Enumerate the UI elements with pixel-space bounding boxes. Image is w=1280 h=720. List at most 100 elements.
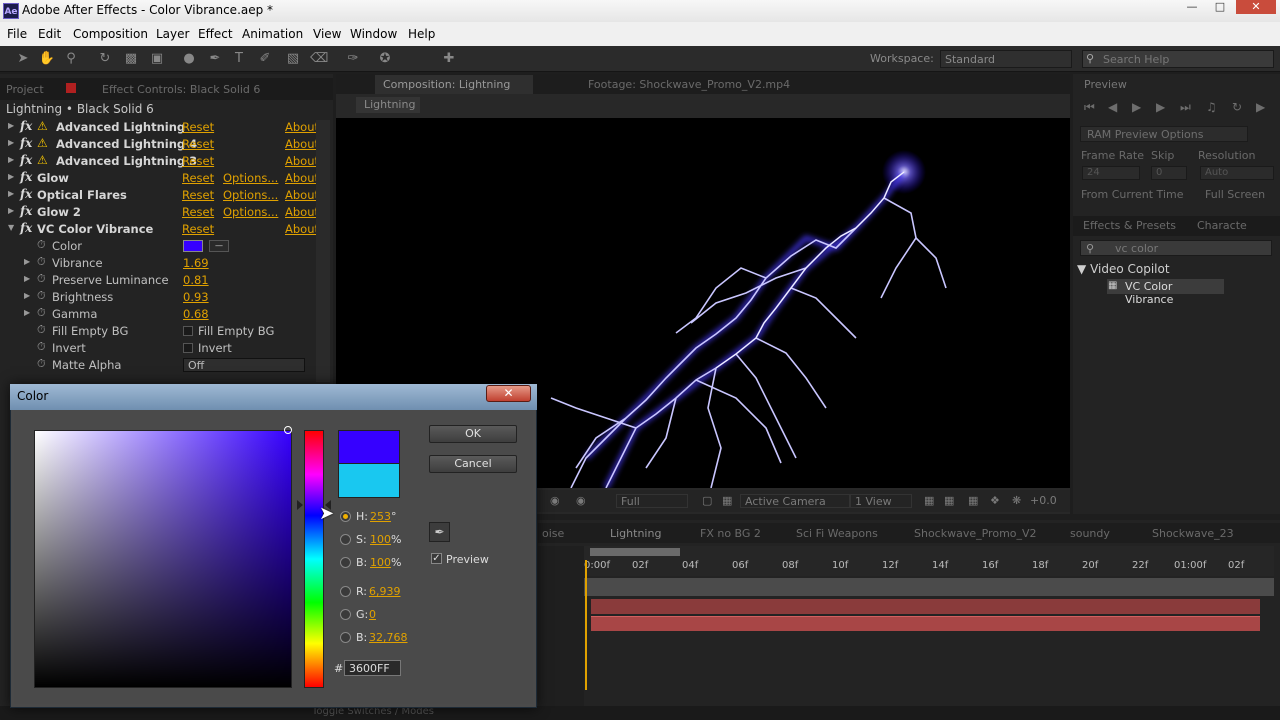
param-row[interactable]: ⏱ Invert Invert: [0, 340, 316, 357]
about-link[interactable]: About: [285, 205, 319, 219]
exposure-icon[interactable]: ❋: [1012, 494, 1021, 507]
param-checkbox[interactable]: [183, 326, 193, 336]
flowchart-icon[interactable]: ❖: [990, 494, 1000, 507]
current-time-indicator[interactable]: [585, 560, 587, 690]
param-row[interactable]: ⏱ Color: [0, 238, 316, 255]
from-current-time-checkbox[interactable]: From Current Time: [1081, 188, 1183, 201]
work-area-bar[interactable]: [590, 548, 680, 556]
stopwatch-icon[interactable]: ⏱: [37, 306, 46, 320]
fx-toggle-icon[interactable]: fx: [20, 153, 32, 167]
hue-value[interactable]: 253: [370, 510, 391, 523]
disclosure-triangle-icon[interactable]: ▶: [8, 172, 14, 181]
menu-window[interactable]: Window: [350, 27, 397, 41]
effect-row[interactable]: ▼ fx VC Color Vibrance Reset About: [0, 221, 319, 238]
disclosure-triangle-icon[interactable]: ▶: [8, 206, 14, 215]
vc-color-vibrance-effect-item[interactable]: VC Color Vibrance: [1107, 279, 1224, 306]
timeline-tab[interactable]: soundy: [1070, 527, 1110, 540]
original-color-swatch[interactable]: [338, 464, 400, 498]
rotate-tool-icon[interactable]: ↻: [96, 50, 114, 68]
options-link[interactable]: Options...: [223, 188, 278, 202]
brush-tool-icon[interactable]: ✐: [256, 50, 274, 68]
about-link[interactable]: About: [285, 154, 319, 168]
red-value[interactable]: 6,939: [369, 585, 401, 598]
disclosure-triangle-icon[interactable]: ▶: [8, 189, 14, 198]
hue-slider[interactable]: [304, 430, 324, 688]
hex-color-input[interactable]: 3600FF: [344, 660, 401, 676]
ok-button[interactable]: OK: [429, 425, 517, 443]
puppet-tool-icon[interactable]: ✪: [376, 50, 394, 68]
close-icon[interactable]: ✕: [486, 385, 531, 402]
about-link[interactable]: About: [285, 137, 319, 151]
last-frame-icon[interactable]: ⏭: [1180, 100, 1191, 115]
menu-view[interactable]: View: [313, 27, 341, 41]
stopwatch-icon[interactable]: ⏱: [37, 272, 46, 286]
blue-value[interactable]: 32,768: [369, 631, 408, 644]
reset-link[interactable]: Reset: [182, 205, 214, 219]
param-row[interactable]: ▶ ⏱ Preserve Luminance 0.81: [0, 272, 316, 289]
pen-tool-icon[interactable]: ✒: [206, 50, 224, 68]
tab-footage[interactable]: Footage: Shockwave_Promo_V2.mp4: [588, 78, 790, 91]
reset-link[interactable]: Reset: [182, 171, 214, 185]
eraser-tool-icon[interactable]: ⌫: [310, 50, 328, 68]
view-layout-select[interactable]: 1 View: [850, 494, 912, 508]
stopwatch-icon[interactable]: ⏱: [37, 255, 46, 269]
effect-row[interactable]: ▶ fx Glow Reset Options... About: [0, 170, 319, 187]
stopwatch-icon[interactable]: ⏱: [37, 357, 46, 371]
search-help-input[interactable]: Search Help: [1082, 50, 1274, 68]
disclosure-triangle-icon[interactable]: ▶: [24, 257, 30, 266]
green-radio[interactable]: [340, 609, 351, 620]
param-value[interactable]: 0.81: [183, 273, 209, 287]
stopwatch-icon[interactable]: ⏱: [37, 289, 46, 303]
next-frame-icon[interactable]: ▶: [1156, 100, 1165, 114]
about-link[interactable]: About: [285, 188, 319, 202]
param-value[interactable]: 0.68: [183, 307, 209, 321]
matte-alpha-select[interactable]: Off: [183, 358, 305, 372]
menu-layer[interactable]: Layer: [156, 27, 189, 41]
camera-snapshot-icon[interactable]: ◉: [550, 494, 560, 507]
about-link[interactable]: About: [285, 171, 319, 185]
camera-select[interactable]: Active Camera: [740, 494, 850, 508]
maximize-icon[interactable]: □: [1208, 0, 1232, 14]
menu-help[interactable]: Help: [408, 27, 435, 41]
stopwatch-icon[interactable]: ⏱: [37, 323, 46, 337]
tab-effects-presets[interactable]: Effects & Presets: [1083, 219, 1176, 232]
ram-preview-icon[interactable]: ▶: [1256, 100, 1265, 114]
toggle-pixel-aspect-icon[interactable]: ▦: [924, 494, 934, 507]
tab-effect-controls[interactable]: Effect Controls: Black Solid 6: [102, 83, 260, 96]
saturation-brightness-field[interactable]: [34, 430, 292, 688]
color-param-swatch[interactable]: [183, 240, 203, 252]
window-close-icon[interactable]: ✕: [1236, 0, 1276, 14]
disclosure-triangle-icon[interactable]: ▶: [8, 155, 14, 164]
tab-project[interactable]: Project: [6, 83, 44, 96]
time-ruler[interactable]: 0:00f 02f 04f 06f 08f 10f 12f 14f 16f 18…: [584, 546, 1274, 576]
green-value[interactable]: 0: [369, 608, 376, 621]
about-link[interactable]: About: [285, 222, 319, 236]
disclosure-triangle-icon[interactable]: ▶: [24, 291, 30, 300]
timeline-tab[interactable]: Shockwave_Promo_V2: [914, 527, 1037, 540]
fx-toggle-icon[interactable]: fx: [20, 187, 32, 201]
eyedropper-icon[interactable]: ✒: [429, 522, 450, 542]
selection-tool-icon[interactable]: ➤: [14, 50, 32, 68]
fast-previews-icon[interactable]: ▦: [944, 494, 954, 507]
loop-icon[interactable]: ↻: [1232, 100, 1242, 114]
effect-row[interactable]: ▶ fx ⚠ Advanced Lightning 3 Reset About: [0, 153, 319, 170]
shape-tool-icon[interactable]: ●: [180, 50, 198, 68]
param-value[interactable]: 0.93: [183, 290, 209, 304]
comp-breadcrumb[interactable]: Lightning: [356, 97, 420, 113]
red-radio[interactable]: [340, 586, 351, 597]
resolution-select[interactable]: Full: [616, 494, 688, 508]
hand-tool-icon[interactable]: ✋: [38, 50, 56, 68]
effect-row[interactable]: ▶ fx ⚠ Advanced Lightning Reset About: [0, 119, 319, 136]
tab-composition-lightning[interactable]: Composition: Lightning: [375, 75, 533, 94]
menu-effect[interactable]: Effect: [198, 27, 233, 41]
lock-icon[interactable]: [66, 83, 76, 93]
exposure-value[interactable]: +0.0: [1030, 494, 1057, 507]
disclosure-triangle-icon[interactable]: ▶: [24, 308, 30, 317]
blue-radio[interactable]: [340, 632, 351, 643]
saturation-value[interactable]: 100: [370, 533, 391, 546]
effect-row[interactable]: ▶ fx Glow 2 Reset Options... About: [0, 204, 319, 221]
disclosure-triangle-icon[interactable]: ▶: [8, 138, 14, 147]
full-screen-checkbox[interactable]: Full Screen: [1205, 188, 1265, 201]
type-tool-icon[interactable]: T: [230, 50, 248, 68]
fx-toggle-icon[interactable]: fx: [20, 136, 32, 150]
